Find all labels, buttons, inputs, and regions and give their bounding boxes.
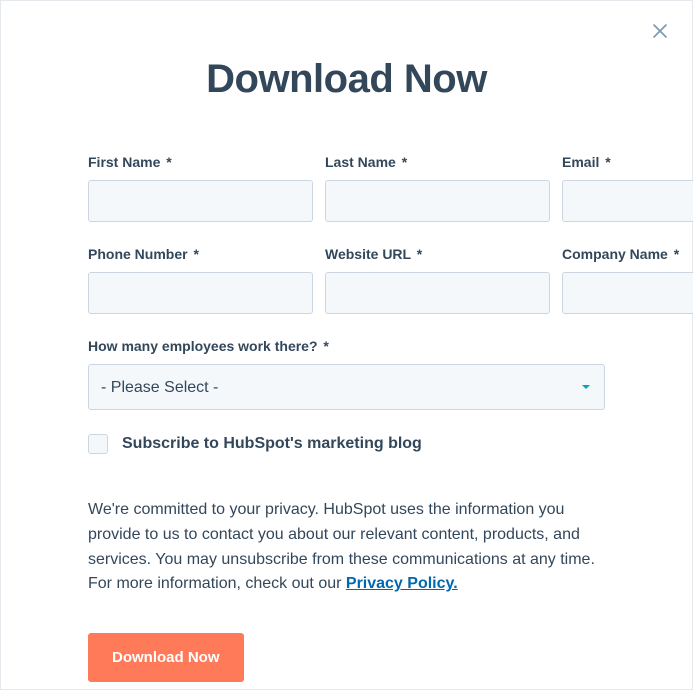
label-employees: How many employees work there? * [88, 338, 605, 354]
required-mark: * [193, 246, 198, 262]
close-icon [651, 28, 669, 43]
checkbox-subscribe[interactable] [88, 434, 108, 454]
checkbox-subscribe-label: Subscribe to HubSpot's marketing blog [122, 435, 422, 453]
required-mark: * [674, 246, 679, 262]
input-last-name[interactable] [325, 180, 550, 222]
label-text: Email [562, 154, 599, 170]
privacy-policy-link[interactable]: Privacy Policy. [346, 575, 458, 592]
required-mark: * [605, 154, 610, 170]
form-row-1: First Name * Last Name * Email * [88, 154, 605, 222]
label-text: How many employees work there? [88, 338, 318, 354]
privacy-body: We're committed to your privacy. HubSpot… [88, 501, 595, 592]
input-company[interactable] [562, 272, 693, 314]
label-phone: Phone Number * [88, 246, 313, 262]
select-wrap-employees: - Please Select - [88, 364, 605, 410]
input-first-name[interactable] [88, 180, 313, 222]
close-button[interactable] [648, 19, 672, 43]
field-phone: Phone Number * [88, 246, 313, 314]
label-email: Email * [562, 154, 693, 170]
label-text: Company Name [562, 246, 668, 262]
field-last-name: Last Name * [325, 154, 550, 222]
select-employees[interactable]: - Please Select - [88, 364, 605, 410]
label-text: First Name [88, 154, 160, 170]
required-mark: * [402, 154, 407, 170]
modal-title: Download Now [1, 57, 692, 102]
field-company: Company Name * [562, 246, 693, 314]
label-text: Last Name [325, 154, 396, 170]
privacy-text: We're committed to your privacy. HubSpot… [88, 498, 605, 597]
required-mark: * [417, 246, 422, 262]
download-modal: Download Now First Name * Last Name * Em… [0, 0, 693, 690]
submit-button[interactable]: Download Now [88, 633, 244, 682]
input-website[interactable] [325, 272, 550, 314]
label-first-name: First Name * [88, 154, 313, 170]
field-email: Email * [562, 154, 693, 222]
label-text: Website URL [325, 246, 411, 262]
label-company: Company Name * [562, 246, 693, 262]
label-text: Phone Number [88, 246, 188, 262]
label-website: Website URL * [325, 246, 550, 262]
required-mark: * [166, 154, 171, 170]
input-phone[interactable] [88, 272, 313, 314]
label-last-name: Last Name * [325, 154, 550, 170]
required-mark: * [323, 338, 328, 354]
download-form: First Name * Last Name * Email * [88, 154, 605, 682]
checkbox-subscribe-row: Subscribe to HubSpot's marketing blog [88, 434, 605, 454]
input-email[interactable] [562, 180, 693, 222]
field-website: Website URL * [325, 246, 550, 314]
form-row-2: Phone Number * Website URL * Company Nam… [88, 246, 605, 314]
field-first-name: First Name * [88, 154, 313, 222]
field-employees: How many employees work there? * - Pleas… [88, 338, 605, 410]
